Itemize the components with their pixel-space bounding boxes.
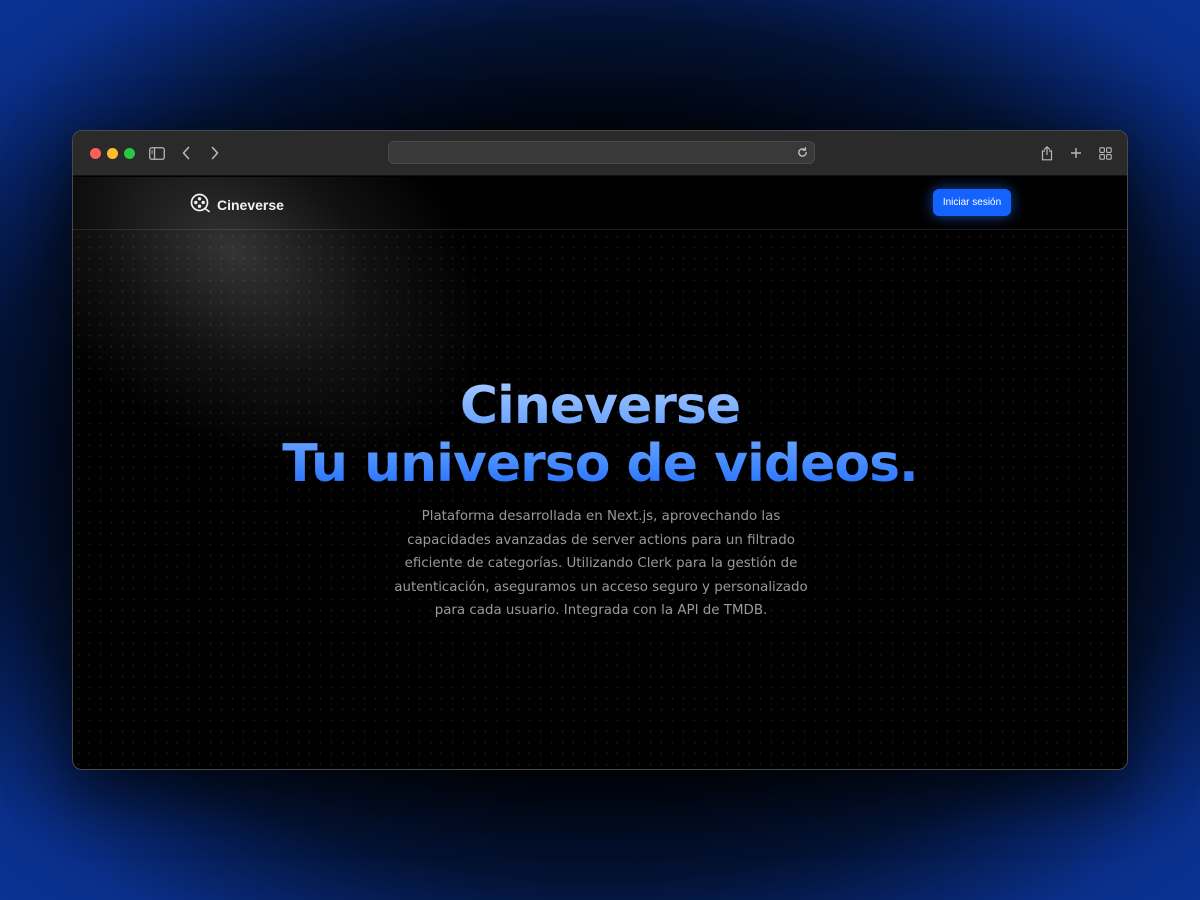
address-bar[interactable] bbox=[388, 141, 815, 164]
sidebar-toggle-icon[interactable] bbox=[147, 143, 167, 163]
close-window-button[interactable] bbox=[90, 148, 101, 159]
hero-tagline: Tu universo de videos. bbox=[73, 435, 1127, 493]
zoom-window-button[interactable] bbox=[124, 148, 135, 159]
hero-headline: Cineverse Tu universo de videos. bbox=[73, 377, 1127, 493]
reload-icon[interactable] bbox=[794, 144, 810, 160]
share-icon[interactable] bbox=[1037, 143, 1057, 163]
spotlight-glow bbox=[73, 177, 572, 561]
browser-toolbar bbox=[73, 131, 1127, 176]
brand-name: Cineverse bbox=[217, 197, 284, 213]
chevron-right-icon[interactable] bbox=[205, 143, 225, 163]
browser-window: Cineverse Iniciar sesión Cineverse Tu un… bbox=[72, 130, 1128, 770]
hero-section: Cineverse Tu universo de videos. Platafo… bbox=[73, 177, 1127, 769]
tab-overview-icon[interactable] bbox=[1095, 143, 1115, 163]
chevron-left-icon[interactable] bbox=[176, 143, 196, 163]
brand-logo[interactable]: Cineverse bbox=[190, 193, 284, 217]
film-reel-icon bbox=[190, 193, 210, 217]
hero-title: Cineverse bbox=[73, 377, 1127, 435]
web-page: Cineverse Iniciar sesión Cineverse Tu un… bbox=[73, 177, 1127, 769]
hero-description: Plataforma desarrollada en Next.js, apro… bbox=[394, 509, 808, 618]
minimize-window-button[interactable] bbox=[107, 148, 118, 159]
site-navbar: Cineverse Iniciar sesión bbox=[73, 177, 1127, 230]
plus-icon[interactable] bbox=[1066, 143, 1086, 163]
login-button[interactable]: Iniciar sesión bbox=[933, 189, 1011, 216]
